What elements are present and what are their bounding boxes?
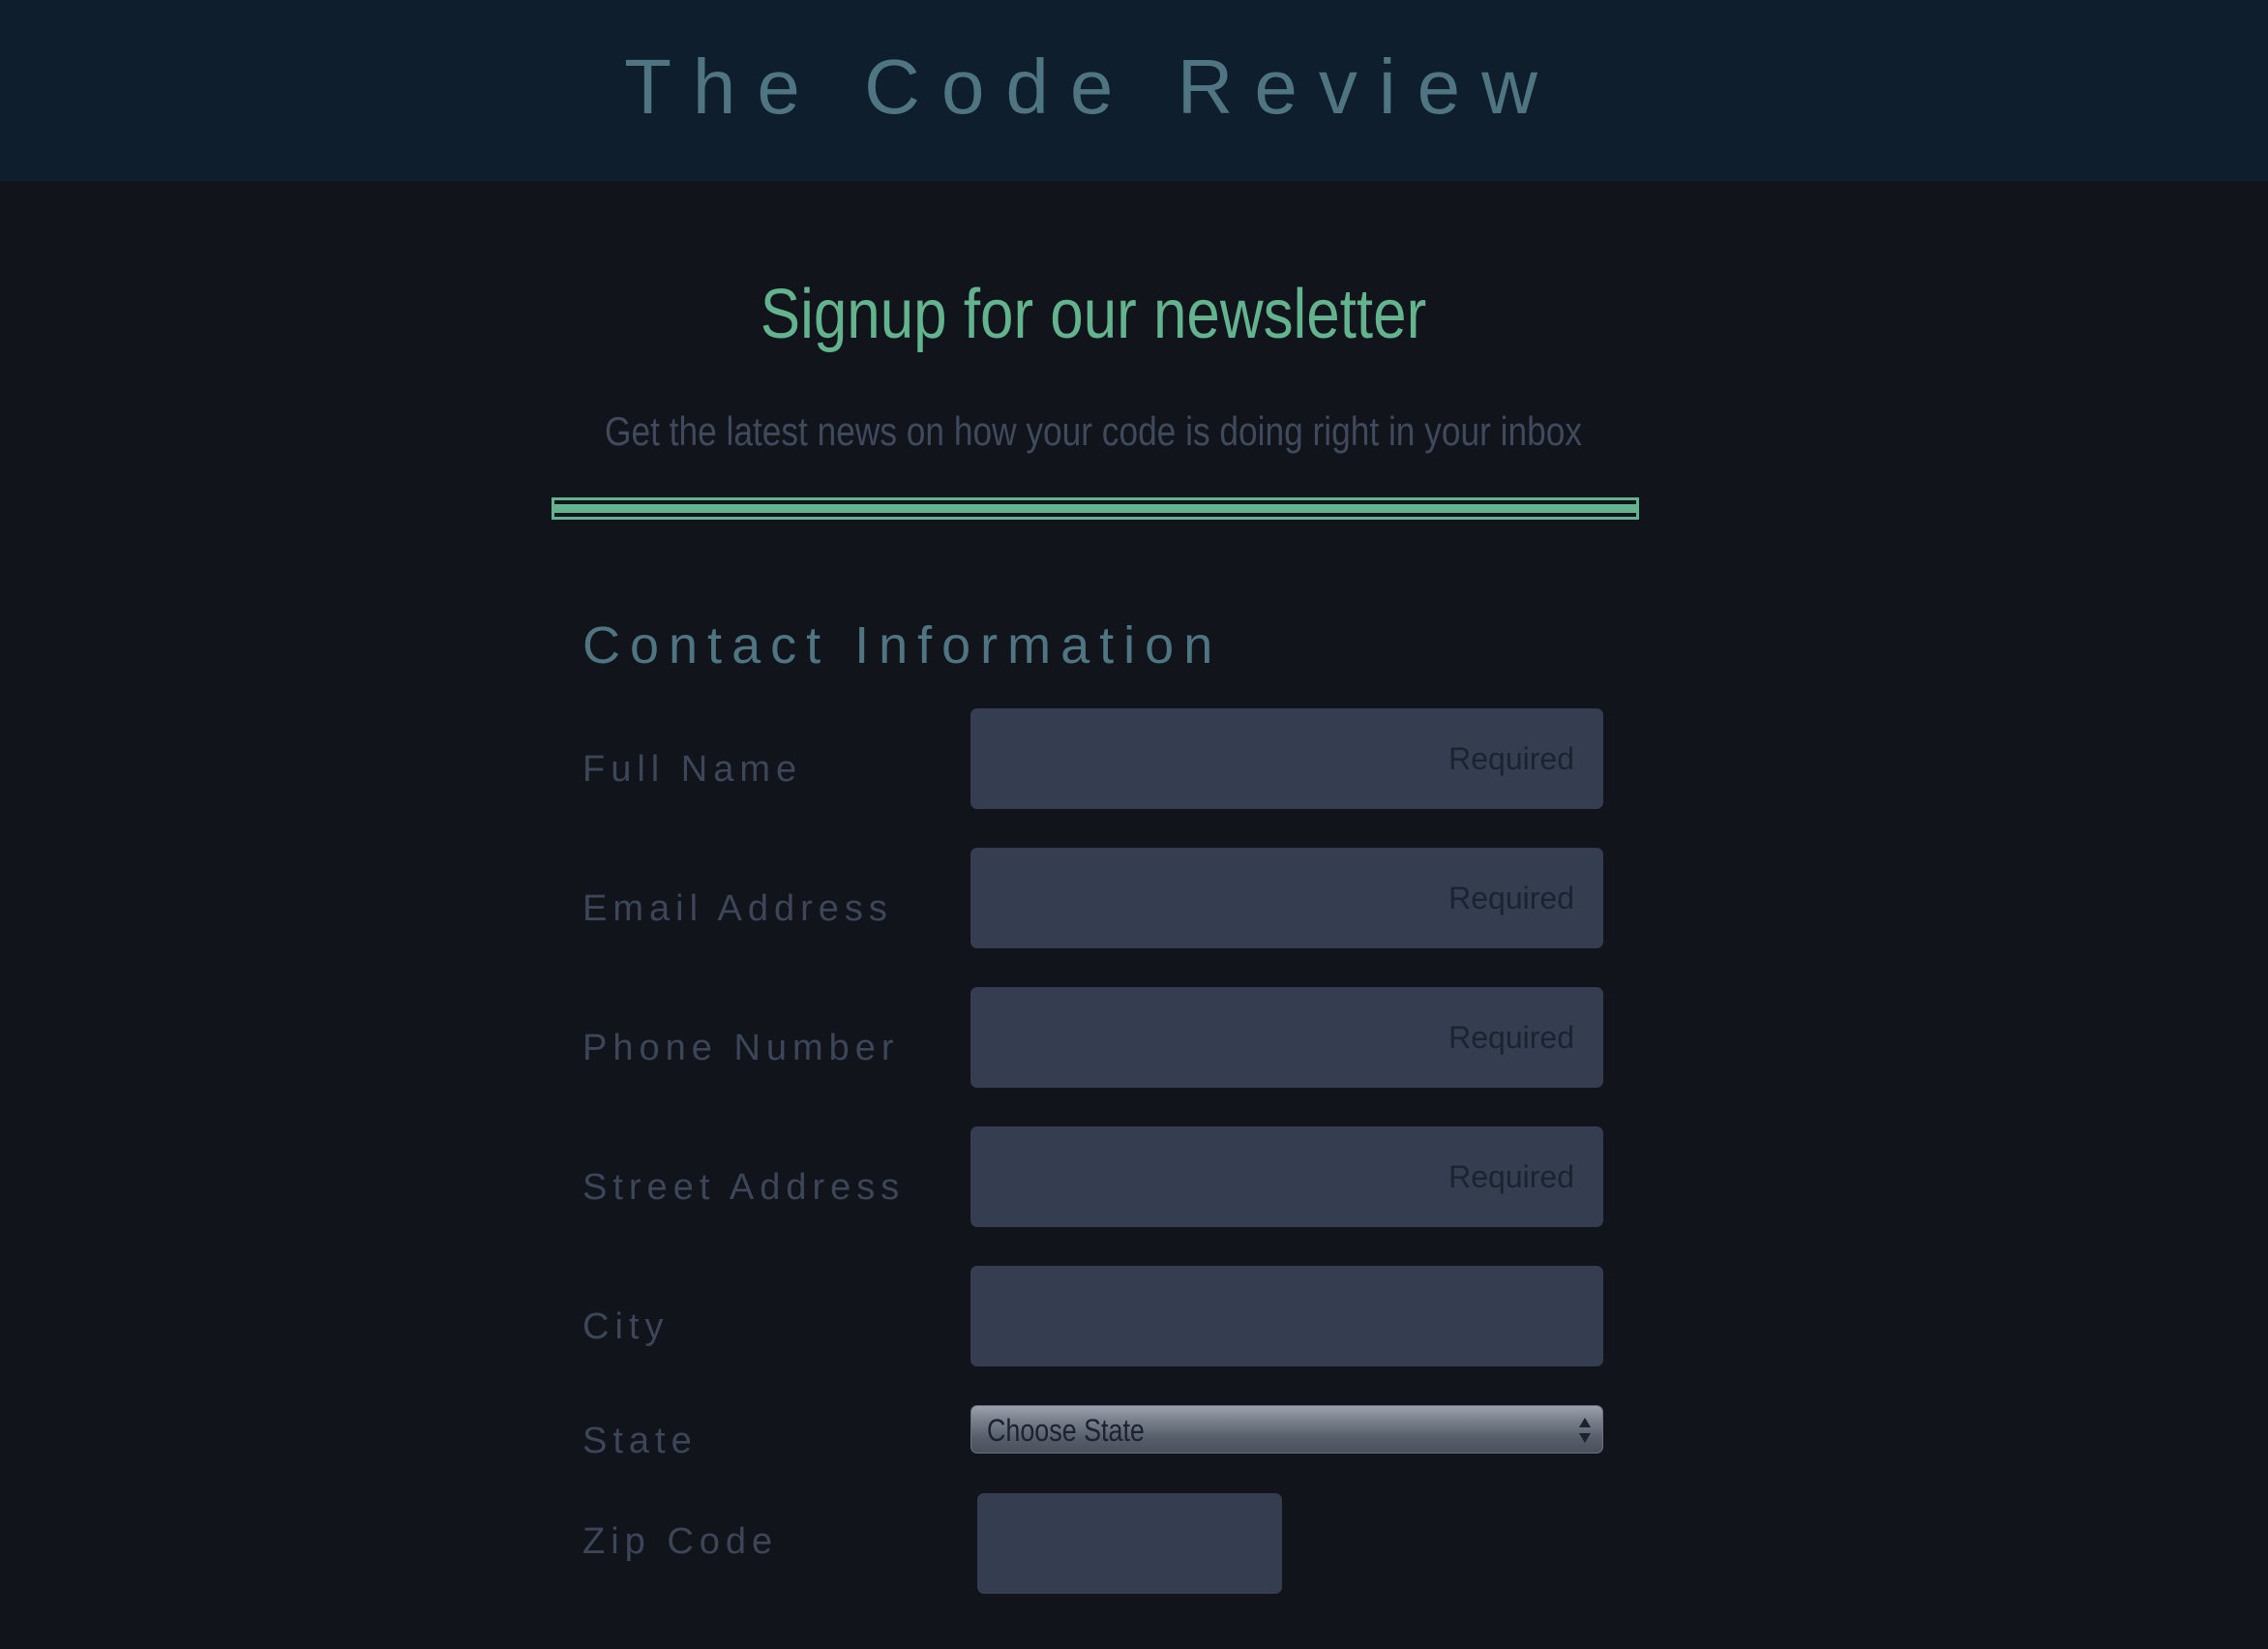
city-input[interactable]	[970, 1266, 1603, 1366]
site-title: The Code Review	[624, 44, 1559, 130]
state-label: State	[582, 1421, 698, 1461]
street-address-input[interactable]	[970, 1126, 1603, 1227]
contact-information-heading: Contact Information	[582, 616, 1223, 675]
street-address-label: Street Address	[582, 1167, 906, 1208]
full-name-label: Full Name	[582, 749, 803, 790]
zip-code-input[interactable]	[977, 1493, 1282, 1594]
full-name-input[interactable]	[970, 708, 1603, 809]
state-select-value: Choose State	[987, 1413, 1145, 1448]
email-address-input[interactable]	[970, 848, 1603, 948]
zip-code-label: Zip Code	[582, 1521, 779, 1562]
select-arrows-icon	[1579, 1418, 1591, 1443]
site-header: The Code Review	[0, 0, 2268, 181]
email-address-label: Email Address	[582, 888, 893, 929]
phone-number-label: Phone Number	[582, 1028, 900, 1068]
city-label: City	[582, 1306, 670, 1347]
state-select[interactable]: Choose State	[970, 1405, 1603, 1454]
newsletter-title: Signup for our newsletter	[760, 276, 1427, 353]
newsletter-subtitle: Get the latest news on how your code is …	[605, 408, 1582, 454]
section-divider	[552, 497, 1639, 520]
phone-number-input[interactable]	[970, 987, 1603, 1088]
